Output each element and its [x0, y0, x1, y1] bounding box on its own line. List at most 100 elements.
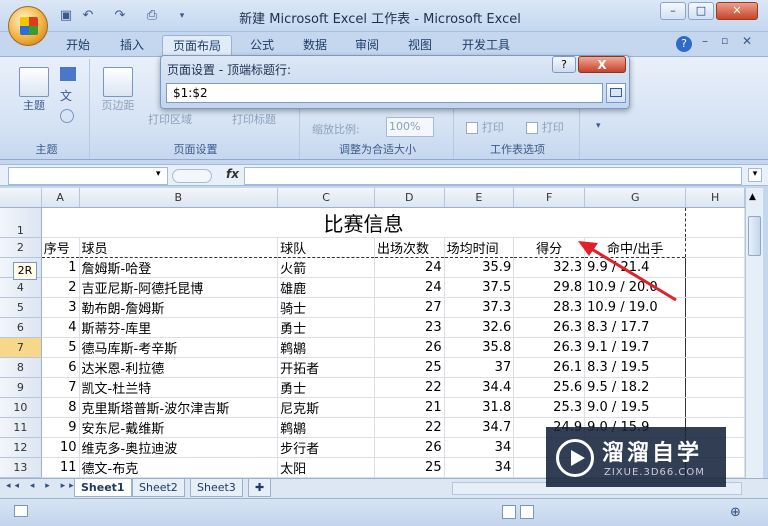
cell[interactable]: 斯蒂芬-库里 [79, 317, 279, 338]
row-header[interactable]: 9 [0, 377, 42, 398]
tab-formulas[interactable]: 公式 [240, 35, 284, 55]
cell[interactable]: 骑士 [277, 297, 375, 318]
cell[interactable]: 34 [444, 457, 515, 478]
macro-record-icon[interactable] [14, 505, 28, 517]
row-header[interactable]: 7 [0, 337, 42, 358]
formula-splitter[interactable] [172, 169, 212, 183]
insert-function-icon[interactable]: fx [226, 167, 239, 181]
cell[interactable]: 德文-布克 [79, 457, 279, 478]
scroll-up-icon[interactable]: ▲ [749, 192, 756, 202]
cell[interactable]: 勒布朗-詹姆斯 [79, 297, 279, 318]
row-header[interactable]: 10 [0, 397, 42, 418]
header-cell[interactable]: 得分 [513, 237, 586, 258]
dialog-close-button[interactable]: X [578, 56, 626, 73]
header-cell[interactable]: 出场次数 [374, 237, 445, 258]
col-header[interactable]: F [513, 188, 586, 208]
cell[interactable]: 2 [41, 277, 80, 298]
cell[interactable]: 27 [374, 297, 445, 318]
margins-button[interactable]: 页边距 [98, 67, 138, 112]
cell[interactable]: 21 [374, 397, 445, 418]
row-header[interactable]: 13 [0, 457, 42, 478]
cell[interactable]: 维克多-奥拉迪波 [79, 437, 279, 458]
cell[interactable] [685, 357, 745, 378]
col-header[interactable]: H [685, 188, 745, 208]
cell[interactable]: 29.8 [513, 277, 586, 298]
cell[interactable]: 6 [41, 357, 80, 378]
cell[interactable] [685, 377, 745, 398]
cell[interactable]: 22 [374, 417, 445, 438]
sheet-tab-sheet1[interactable]: Sheet1 [74, 479, 132, 497]
cell[interactable]: 鹈鹕 [277, 337, 375, 358]
namebox-dropdown-icon[interactable]: ▾ [156, 169, 161, 179]
row-header[interactable]: 12 [0, 437, 42, 458]
cell[interactable]: 凯文-杜兰特 [79, 377, 279, 398]
gridlines-print-check[interactable] [466, 121, 478, 134]
row-header[interactable]: 6 [0, 317, 42, 338]
tab-page-layout[interactable]: 页面布局 [162, 35, 233, 55]
cell[interactable]: 克里斯塔普斯-波尔津吉斯 [79, 397, 279, 418]
cell[interactable]: 37.5 [444, 277, 515, 298]
cell[interactable]: 37.3 [444, 297, 515, 318]
redo-icon[interactable]: ↷ [112, 8, 128, 24]
cell[interactable]: 25 [374, 357, 445, 378]
sheet-tab-sheet2[interactable]: Sheet2 [132, 479, 185, 497]
minimize-button[interactable]: – [660, 2, 686, 20]
header-cell[interactable]: 球员 [79, 237, 279, 258]
cell[interactable]: 34.4 [444, 377, 515, 398]
sheet-title-cell[interactable]: 比赛信息 [41, 206, 687, 238]
page-layout-view-icon[interactable] [520, 505, 534, 519]
cell[interactable] [685, 207, 745, 238]
row-header[interactable]: 11 [0, 417, 42, 438]
formula-input[interactable] [244, 167, 742, 185]
fonts-icon[interactable]: 文 [60, 87, 72, 104]
tab-review[interactable]: 审阅 [345, 35, 389, 55]
cell[interactable]: 32.3 [513, 257, 586, 278]
cell[interactable] [685, 297, 745, 318]
name-box[interactable] [8, 167, 168, 185]
cell[interactable]: 31.8 [444, 397, 515, 418]
cell[interactable]: 达米恩-利拉德 [79, 357, 279, 378]
cell[interactable]: 26 [374, 437, 445, 458]
print-area-button[interactable]: 打印区域 [148, 111, 192, 127]
dialog-help-button[interactable]: ? [552, 56, 576, 73]
cell[interactable]: 23 [374, 317, 445, 338]
scale-input[interactable]: 100% [386, 117, 434, 137]
cell[interactable]: 1 [41, 257, 80, 278]
header-cell[interactable]: 场均时间 [444, 237, 515, 258]
cell[interactable]: 26.1 [513, 357, 586, 378]
tab-view[interactable]: 视图 [398, 35, 442, 55]
cell[interactable]: 26.3 [513, 317, 586, 338]
cell[interactable]: 勇士 [277, 317, 375, 338]
cell[interactable]: 24 [374, 257, 445, 278]
cell[interactable]: 25.3 [513, 397, 586, 418]
cell[interactable]: 詹姆斯-哈登 [79, 257, 279, 278]
headings-print-check[interactable] [526, 121, 538, 134]
cell[interactable]: 11 [41, 457, 80, 478]
cell[interactable]: 步行者 [277, 437, 375, 458]
cell[interactable]: 德马库斯-考辛斯 [79, 337, 279, 358]
colors-icon[interactable] [60, 67, 76, 81]
cell[interactable]: 尼克斯 [277, 397, 375, 418]
cell[interactable]: 24 [374, 277, 445, 298]
range-picker-button[interactable] [606, 83, 626, 103]
cell[interactable]: 10.9 / 19.0 [584, 297, 687, 318]
cell[interactable]: 35.8 [444, 337, 515, 358]
maximize-button[interactable]: □ [688, 2, 714, 20]
header-cell[interactable]: 序号 [41, 237, 80, 258]
cell[interactable]: 吉亚尼斯-阿德托昆博 [79, 277, 279, 298]
tab-home[interactable]: 开始 [56, 35, 100, 55]
header-cell[interactable]: 球队 [277, 237, 375, 258]
expand-formula-icon[interactable]: ▾ [748, 168, 762, 182]
cell[interactable]: 9.1 / 19.7 [584, 337, 687, 358]
cell[interactable]: 8.3 / 19.5 [584, 357, 687, 378]
cell[interactable]: 鹈鹕 [277, 417, 375, 438]
cell[interactable]: 太阳 [277, 457, 375, 478]
cell[interactable]: 26.3 [513, 337, 586, 358]
cell[interactable]: 8.3 / 17.7 [584, 317, 687, 338]
title-rows-input[interactable]: $1:$2 [166, 83, 603, 103]
tab-developer[interactable]: 开发工具 [452, 35, 520, 55]
cell[interactable]: 安东尼-戴维斯 [79, 417, 279, 438]
cell[interactable]: 10.9 / 20.0 [584, 277, 687, 298]
row-header[interactable]: 8 [0, 357, 42, 378]
cell[interactable]: 9.5 / 18.2 [584, 377, 687, 398]
